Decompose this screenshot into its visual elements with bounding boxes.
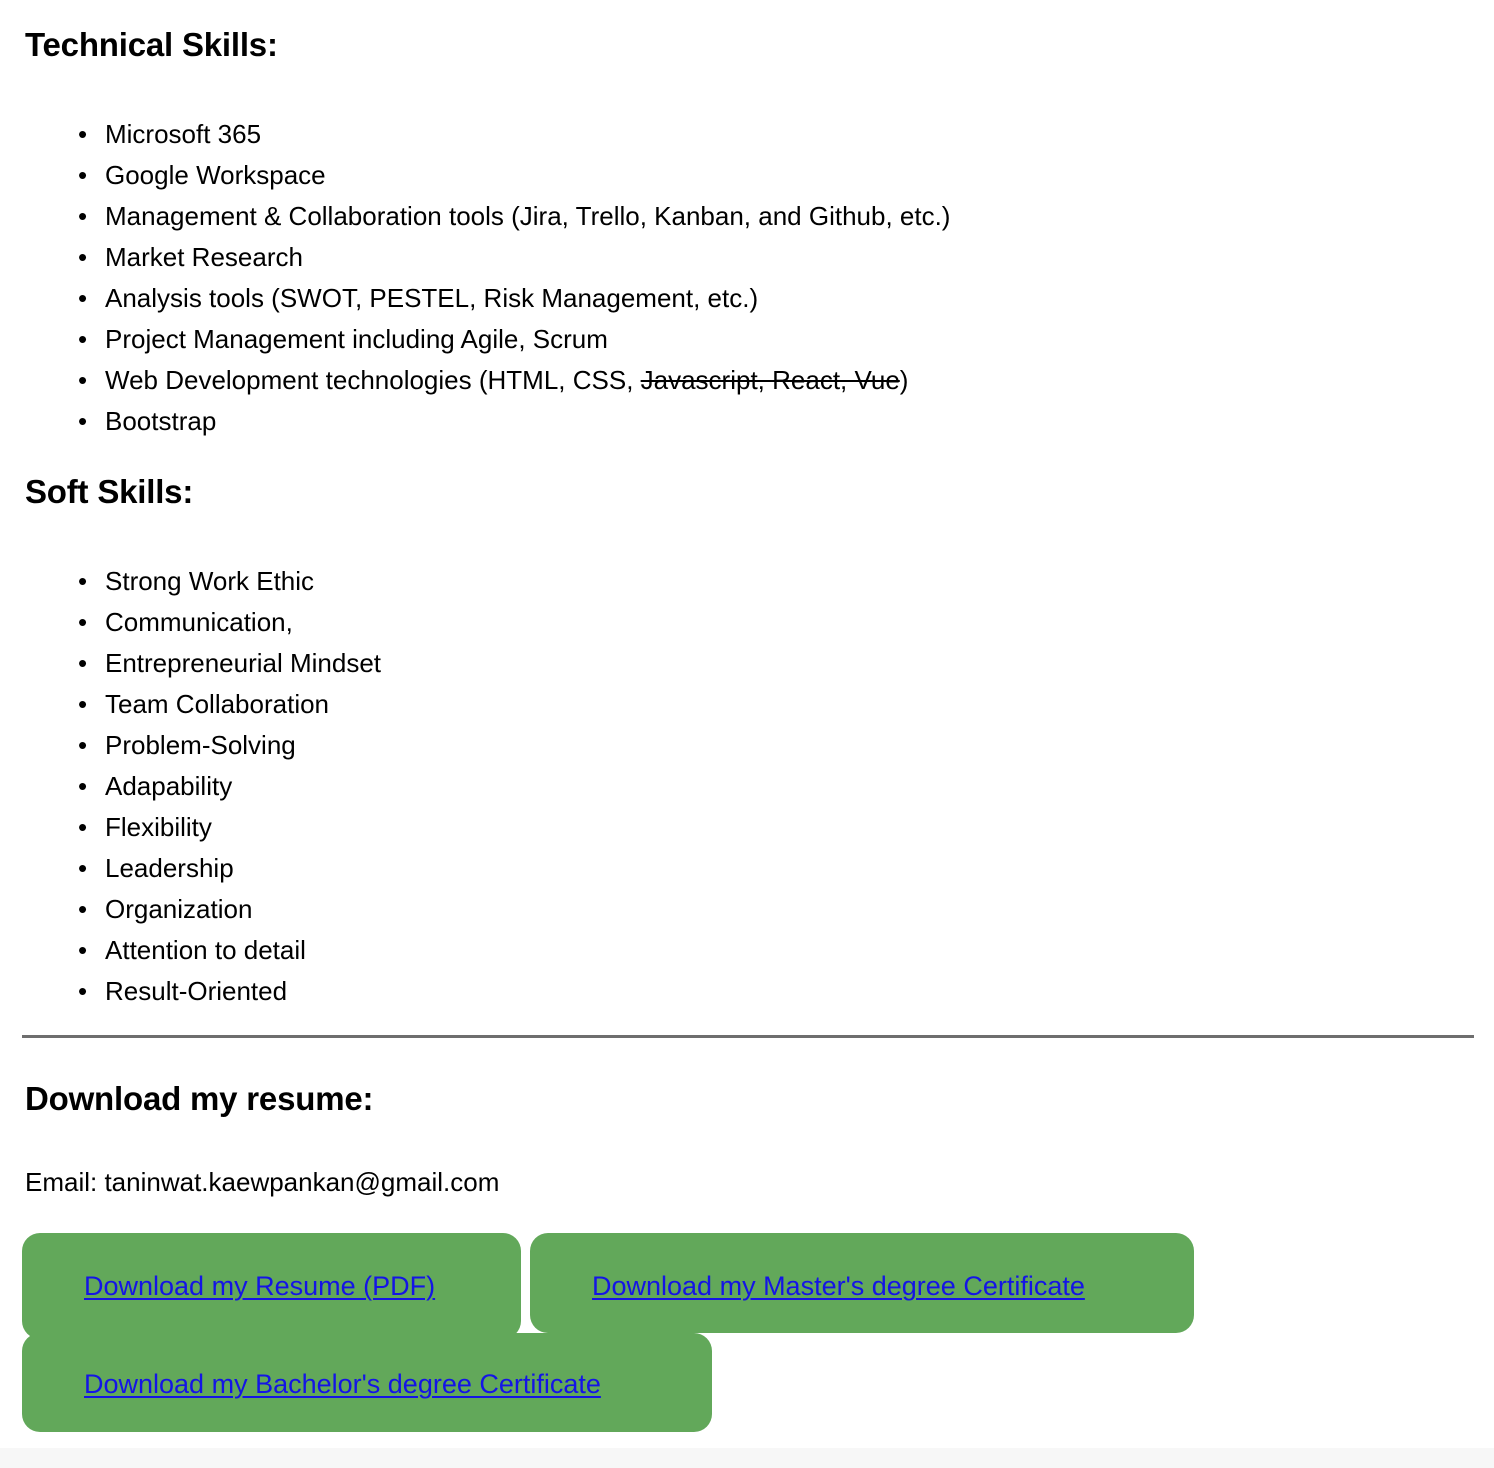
skill-label: Analysis tools (SWOT, PESTEL, Risk Manag…: [105, 283, 759, 313]
list-item: Attention to detail: [70, 930, 381, 971]
download-masters-certificate-button[interactable]: Download my Master's degree Certificate: [530, 1233, 1194, 1333]
list-item: Communication,: [70, 602, 381, 643]
skill-label: Strong Work Ethic: [105, 566, 315, 596]
section-divider: [22, 1035, 1474, 1038]
technical-skills-list: Microsoft 365 Google Workspace Managemen…: [70, 114, 950, 442]
download-resume-pdf-link[interactable]: Download my Resume (PDF): [84, 1270, 435, 1302]
download-resume-heading: Download my resume:: [25, 1080, 374, 1117]
skill-label: Project Management including Agile, Scru…: [105, 324, 608, 354]
skill-label: Leadership: [105, 853, 234, 883]
list-item: Market Research: [70, 237, 950, 278]
download-resume-pdf-button[interactable]: Download my Resume (PDF): [22, 1233, 521, 1339]
list-item: Project Management including Agile, Scru…: [70, 319, 950, 360]
list-item: Problem-Solving: [70, 725, 381, 766]
skill-label-struck: Javascript, React, Vue: [640, 365, 900, 395]
skill-label: Result-Oriented: [105, 976, 288, 1006]
skill-label: Attention to detail: [105, 935, 306, 965]
list-item: Bootstrap: [70, 401, 950, 442]
skill-label: Adapability: [105, 771, 233, 801]
list-item: Organization: [70, 889, 381, 930]
list-item-web-development: Web Development technologies (HTML, CSS,…: [70, 360, 950, 401]
skill-label: Microsoft 365: [105, 119, 262, 149]
resume-skills-page: Technical Skills: Microsoft 365 Google W…: [0, 0, 1494, 1468]
skill-label: Management & Collaboration tools (Jira, …: [105, 201, 951, 231]
page-bottom-strip: [0, 1448, 1494, 1468]
skill-label: Team Collaboration: [105, 689, 330, 719]
list-item: Strong Work Ethic: [70, 561, 381, 602]
list-item: Google Workspace: [70, 155, 950, 196]
skill-label-suffix: ): [899, 365, 909, 395]
list-item: Entrepreneurial Mindset: [70, 643, 381, 684]
list-item: Flexibility: [70, 807, 381, 848]
list-item: Microsoft 365: [70, 114, 950, 155]
skill-label-prefix: Web Development technologies (HTML, CSS,: [105, 365, 641, 395]
download-bachelors-certificate-button[interactable]: Download my Bachelor's degree Certificat…: [22, 1333, 712, 1432]
skill-label: Market Research: [105, 242, 303, 272]
download-masters-certificate-link[interactable]: Download my Master's degree Certificate: [592, 1270, 1085, 1302]
skill-label: Communication,: [105, 607, 293, 637]
list-item: Result-Oriented: [70, 971, 381, 1012]
skill-label: Entrepreneurial Mindset: [105, 648, 382, 678]
list-item: Adapability: [70, 766, 381, 807]
soft-skills-heading: Soft Skills:: [25, 473, 194, 510]
list-item: Team Collaboration: [70, 684, 381, 725]
list-item: Analysis tools (SWOT, PESTEL, Risk Manag…: [70, 278, 950, 319]
skill-label: Problem-Solving: [105, 730, 296, 760]
list-item: Leadership: [70, 848, 381, 889]
skill-label: Organization: [105, 894, 253, 924]
technical-skills-heading: Technical Skills:: [25, 26, 278, 63]
soft-skills-list: Strong Work Ethic Communication, Entrepr…: [70, 561, 381, 1012]
skill-label: Bootstrap: [105, 406, 217, 436]
skill-label: Google Workspace: [105, 160, 326, 190]
download-bachelors-certificate-link[interactable]: Download my Bachelor's degree Certificat…: [84, 1368, 601, 1400]
skill-label: Flexibility: [105, 812, 212, 842]
list-item: Management & Collaboration tools (Jira, …: [70, 196, 950, 237]
email-address-text: Email: taninwat.kaewpankan@gmail.com: [25, 1167, 500, 1197]
